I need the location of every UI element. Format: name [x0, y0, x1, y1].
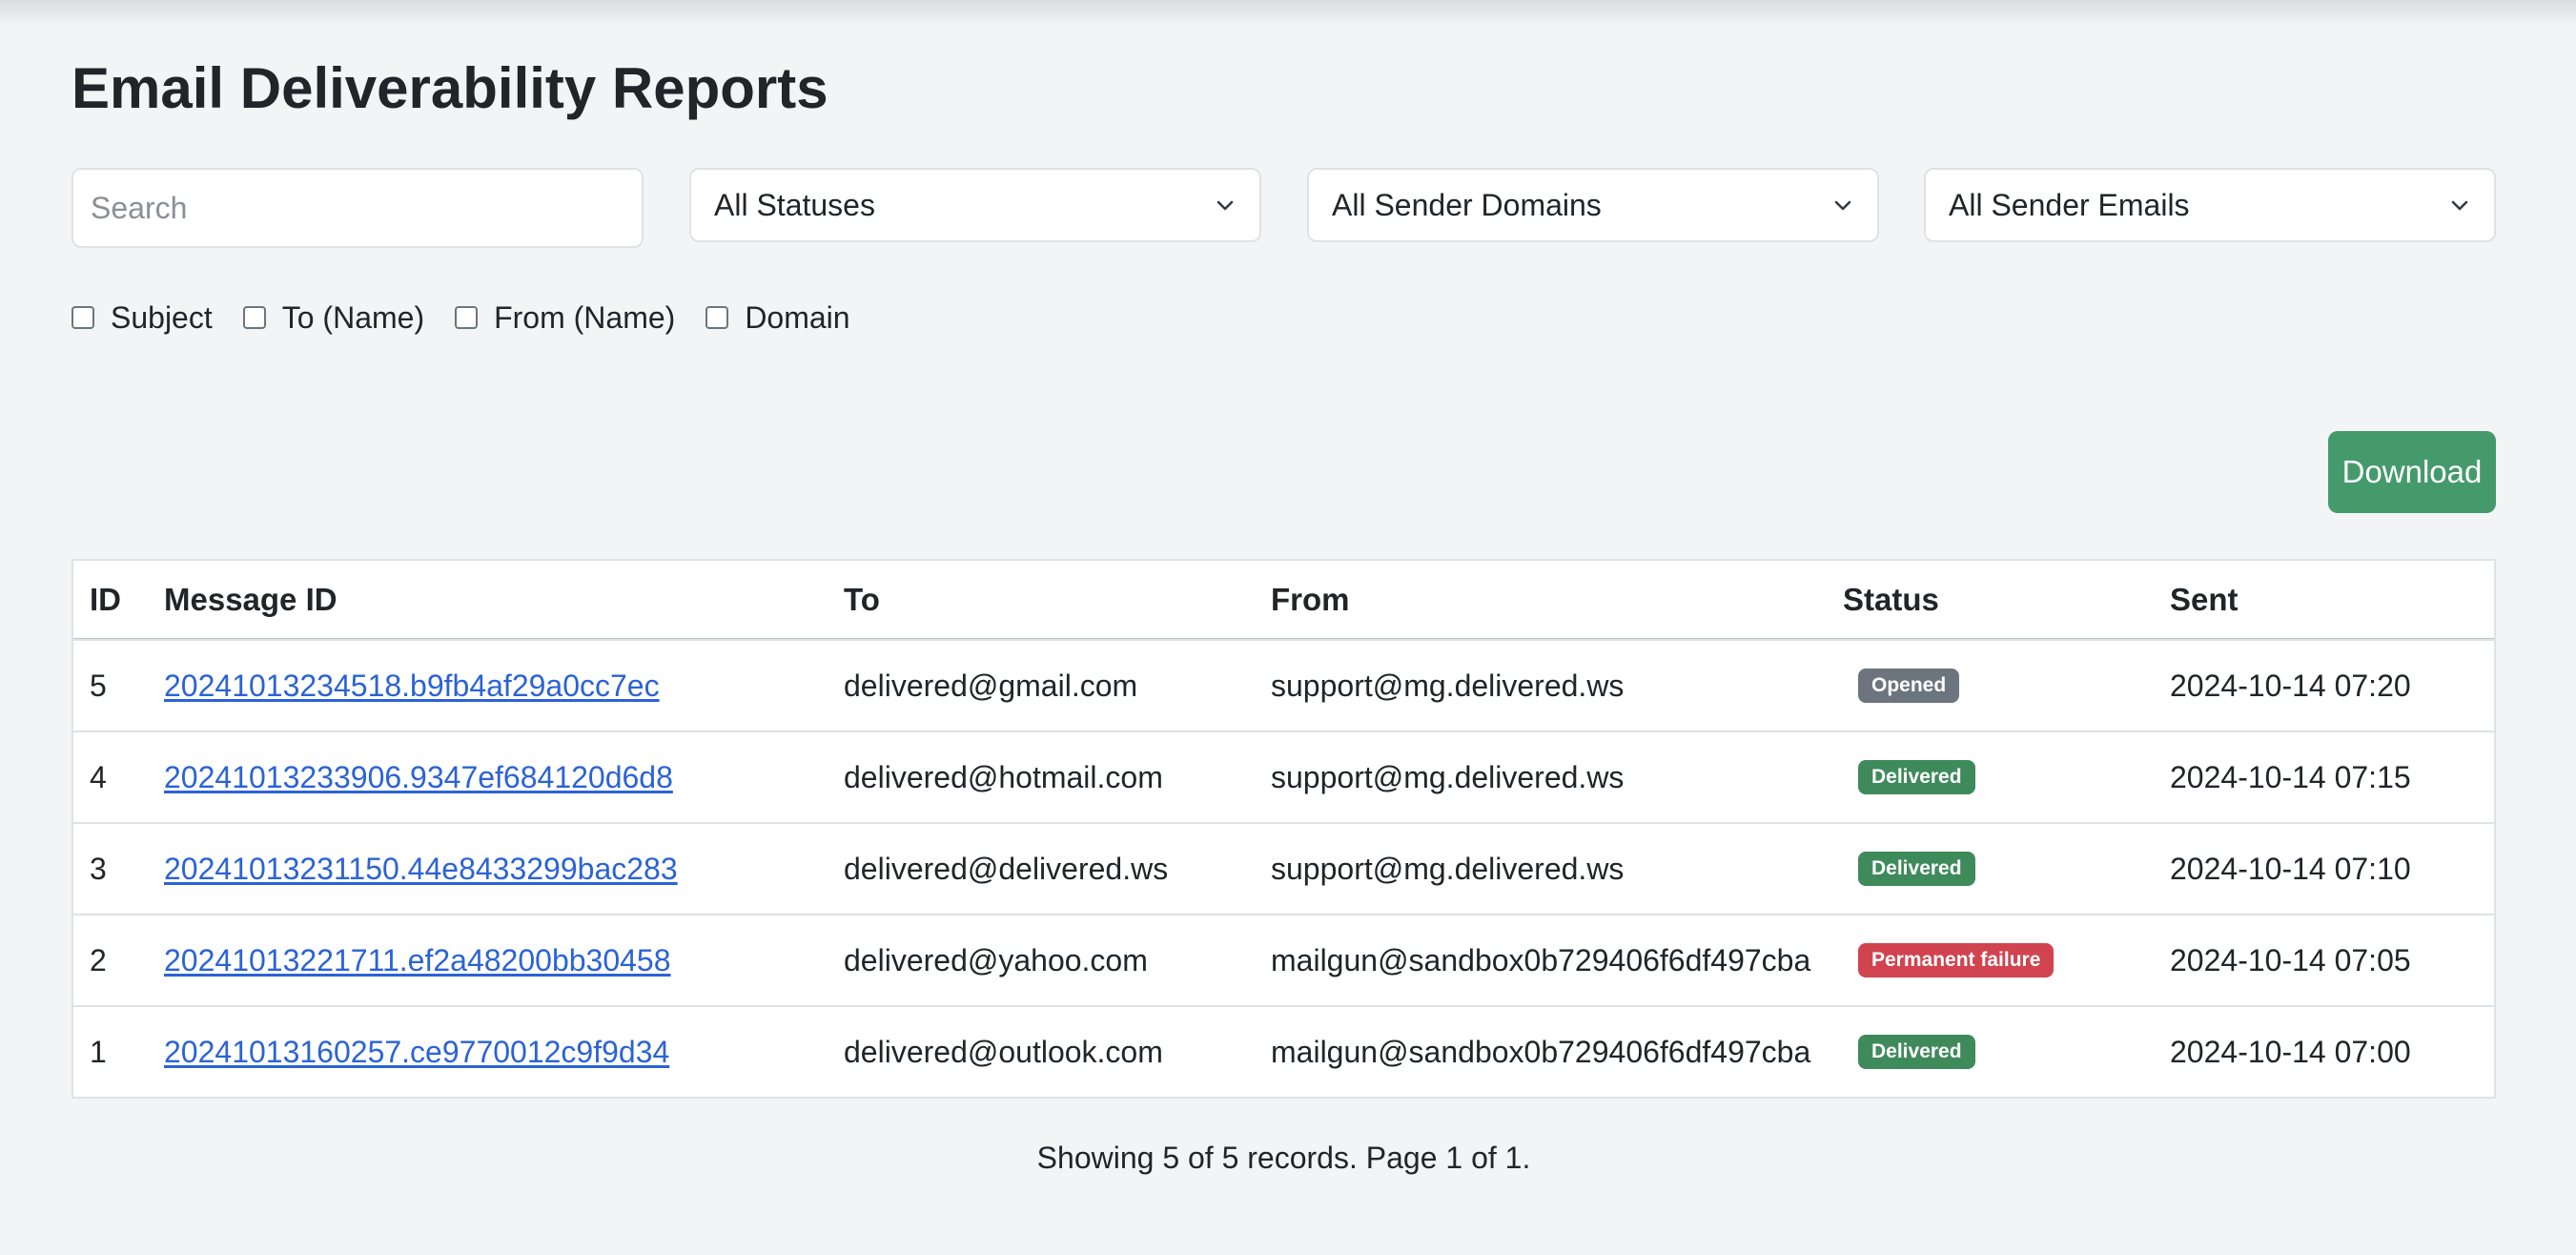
download-button[interactable]: Download — [2328, 431, 2496, 513]
checkbox-domain[interactable]: Domain — [705, 299, 850, 336]
chevron-down-icon — [2448, 194, 2471, 216]
message-id-link[interactable]: 20241013160257.ce9770012c9f9d34 — [164, 1035, 669, 1070]
column-header-sent: Sent — [2170, 581, 2239, 617]
status-badge: Permanent failure — [1858, 943, 2055, 977]
message-id-link[interactable]: 20241013231150.44e8433299bac283 — [164, 852, 678, 887]
cell-id: 4 — [90, 759, 107, 794]
status-select-value: All Statuses — [714, 187, 875, 222]
sender-domain-select-value: All Sender Domains — [1332, 187, 1602, 222]
cell-message-id: 20241013231150.44e8433299bac283 — [164, 824, 678, 914]
cell-sent: 2024-10-14 07:20 — [2170, 668, 2411, 703]
cell-to: delivered@gmail.com — [844, 668, 1138, 703]
cell-id: 2 — [90, 942, 107, 977]
checkbox-label: Domain — [745, 299, 850, 335]
checkbox-label: To (Name) — [281, 299, 425, 335]
status-badge: Opened — [1858, 669, 1960, 703]
table-header-row: ID Message ID To From Status Sent — [73, 561, 2494, 639]
sender-email-select[interactable]: All Sender Emails — [1924, 168, 2496, 242]
column-header-status: Status — [1843, 581, 1939, 617]
checkbox-label: From (Name) — [494, 299, 676, 335]
sender-email-select-value: All Sender Emails — [1949, 187, 2190, 222]
cell-status: Delivered — [1843, 732, 1975, 822]
checkbox-box[interactable] — [455, 306, 479, 329]
cell-to: delivered@yahoo.com — [844, 942, 1148, 977]
table-row: 3 20241013231150.44e8433299bac283 delive… — [73, 822, 2494, 914]
message-id-link[interactable]: 20241013233906.9347ef684120d6d8 — [164, 760, 673, 795]
top-shadow — [0, 0, 2576, 25]
cell-to: delivered@outlook.com — [844, 1034, 1163, 1069]
checkbox-to-name[interactable]: To (Name) — [242, 299, 425, 336]
cell-status: Permanent failure — [1843, 916, 2055, 1005]
cell-from: mailgun@sandbox0b729406f6df497cba — [1271, 942, 1811, 977]
status-badge: Delivered — [1858, 1035, 1975, 1069]
message-id-link[interactable]: 20241013234518.b9fb4af29a0cc7ec — [164, 669, 660, 704]
table-row: 2 20241013221711.ef2a48200bb30458 delive… — [73, 914, 2494, 1005]
reports-table: ID Message ID To From Status Sent 5 2024… — [72, 559, 2496, 1099]
cell-from: support@mg.delivered.ws — [1271, 668, 1625, 703]
cell-sent: 2024-10-14 07:15 — [2170, 759, 2411, 794]
status-badge: Delivered — [1858, 760, 1975, 794]
cell-message-id: 20241013233906.9347ef684120d6d8 — [164, 732, 673, 822]
cell-from: support@mg.delivered.ws — [1271, 759, 1625, 794]
table-row: 4 20241013233906.9347ef684120d6d8 delive… — [73, 730, 2494, 822]
checkbox-box[interactable] — [72, 306, 94, 329]
checkbox-label: Subject — [111, 299, 213, 335]
page-title: Email Deliverability Reports — [72, 56, 828, 120]
cell-id: 3 — [90, 851, 107, 886]
checkbox-from-name[interactable]: From (Name) — [455, 300, 675, 336]
cell-sent: 2024-10-14 07:10 — [2170, 851, 2411, 886]
column-header-from: From — [1271, 581, 1350, 617]
chevron-down-icon — [1214, 194, 1237, 216]
column-header-id: ID — [90, 581, 121, 617]
cell-status: Opened — [1843, 641, 1960, 730]
pagination-summary: Showing 5 of 5 records. Page 1 of 1. — [1036, 1141, 1531, 1175]
search-input[interactable] — [72, 168, 644, 248]
checkbox-box[interactable] — [705, 306, 729, 329]
cell-from: mailgun@sandbox0b729406f6df497cba — [1271, 1034, 1811, 1069]
cell-from: support@mg.delivered.ws — [1271, 851, 1625, 886]
sender-domain-select[interactable]: All Sender Domains — [1307, 168, 1879, 242]
status-select[interactable]: All Statuses — [689, 168, 1261, 242]
cell-message-id: 20241013234518.b9fb4af29a0cc7ec — [164, 641, 660, 730]
cell-to: delivered@hotmail.com — [844, 759, 1163, 794]
checkbox-subject[interactable]: Subject — [72, 300, 213, 336]
cell-id: 5 — [90, 668, 107, 703]
table-row: 5 20241013234518.b9fb4af29a0cc7ec delive… — [73, 639, 2494, 730]
checkbox-box[interactable] — [242, 306, 266, 329]
cell-id: 1 — [90, 1034, 107, 1069]
cell-status: Delivered — [1843, 1007, 1975, 1097]
cell-sent: 2024-10-14 07:00 — [2170, 1034, 2411, 1069]
chevron-down-icon — [1831, 194, 1854, 216]
cell-to: delivered@delivered.ws — [844, 851, 1169, 886]
message-id-link[interactable]: 20241013221711.ef2a48200bb30458 — [164, 943, 671, 978]
cell-status: Delivered — [1843, 824, 1975, 914]
cell-message-id: 20241013221711.ef2a48200bb30458 — [164, 916, 671, 1005]
column-header-to: To — [844, 581, 880, 617]
status-badge: Delivered — [1858, 852, 1975, 886]
column-header-message-id: Message ID — [164, 581, 337, 617]
table-row: 1 20241013160257.ce9770012c9f9d34 delive… — [73, 1005, 2494, 1097]
cell-message-id: 20241013160257.ce9770012c9f9d34 — [164, 1007, 669, 1097]
cell-sent: 2024-10-14 07:05 — [2170, 942, 2411, 977]
search-field-checkboxes: Subject To (Name) From (Name) Domain — [72, 296, 881, 339]
